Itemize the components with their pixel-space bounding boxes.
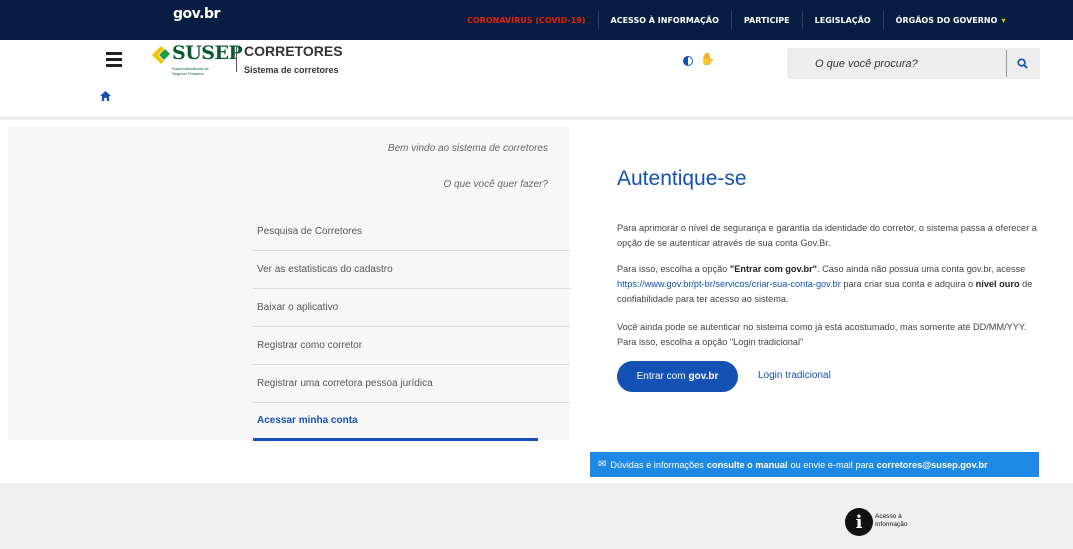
login-govbr-brand: gov.br	[688, 371, 719, 382]
p2-text-a: Para isso, escolha a opção	[617, 264, 730, 274]
link-acesso-informacao[interactable]: ACESSO À INFORMAÇÃO	[597, 11, 731, 29]
gov-top-bar: gov.br CORONAVÍRUS (COVID-19) ACESSO À I…	[0, 0, 1073, 40]
login-traditional-link[interactable]: Login tradicional	[758, 370, 831, 381]
acesso-informacao-logo[interactable]: i Acesso à Informação	[845, 508, 925, 540]
p2-text-c: . Caso ainda não possua uma conta gov.br…	[817, 264, 1026, 274]
auth-title: Autentique-se	[617, 167, 747, 190]
govbr-logo[interactable]: gov.br	[173, 6, 220, 22]
envelope-icon: ✉	[598, 459, 607, 470]
support-email-link[interactable]: corretores@susep.gov.br	[877, 460, 988, 470]
susep-mark-icon	[152, 46, 170, 64]
menu-item-registrar-corretora[interactable]: Registrar uma corretora pessoa jurídica	[253, 365, 570, 403]
home-icon[interactable]	[100, 91, 111, 101]
susep-logo-subtitle: Superintendência de Seguros Privados	[172, 66, 209, 76]
link-orgaos-label: ÓRGÃOS DO GOVERNO	[895, 15, 998, 25]
link-participe[interactable]: PARTICIPE	[730, 11, 802, 29]
system-title: CORRETORES	[244, 43, 343, 59]
header-divider	[236, 46, 237, 72]
question-text: O que você quer fazer?	[443, 179, 548, 190]
auth-paragraph-2: Para isso, escolha a opção "Entrar com g…	[617, 262, 1043, 307]
link-orgaos-governo[interactable]: ÓRGÃOS DO GOVERNO ▾	[882, 11, 1018, 29]
menu-item-baixar-aplicativo[interactable]: Baixar o aplicativo	[253, 289, 570, 327]
search-icon	[1017, 58, 1028, 69]
help-text-a: Dúvidas e informações	[610, 459, 704, 470]
auth-paragraph-1: Para aprimorar o nível de segurança e ga…	[617, 223, 1037, 248]
login-govbr-button[interactable]: Entrar com gov.br	[617, 361, 738, 392]
link-coronavirus[interactable]: CORONAVÍRUS (COVID-19)	[455, 11, 598, 29]
hamburger-menu-icon[interactable]	[106, 52, 122, 67]
menu-item-acessar-conta[interactable]: Acessar minha conta	[253, 403, 538, 441]
p2-highlight-entrar: "Entrar com gov.br"	[729, 264, 818, 274]
header-separator	[0, 117, 1073, 120]
help-banner: ✉ Dúvidas e informações consulte o manua…	[590, 452, 1039, 477]
p2-highlight-nivel-ouro: nível ouro	[975, 279, 1020, 289]
search-button[interactable]	[1006, 50, 1038, 77]
navigation-panel: Bem vindo ao sistema de corretores O que…	[8, 127, 570, 441]
auth-paragraph-3: Você ainda pode se autenticar no sistema…	[617, 322, 1027, 347]
welcome-text: Bem vindo ao sistema de corretores	[387, 143, 548, 154]
contrast-icon[interactable]	[683, 56, 693, 66]
menu-item-registrar-corretor[interactable]: Registrar como corretor	[253, 327, 570, 365]
susep-logo[interactable]: SUSEP Superintendência de Seguros Privad…	[150, 42, 243, 82]
menu-item-pesquisa-corretores[interactable]: Pesquisa de Corretores	[253, 213, 570, 251]
help-text-c: ou envie e-mail para	[790, 459, 874, 470]
gov-links: CORONAVÍRUS (COVID-19) ACESSO À INFORMAÇ…	[455, 0, 1017, 40]
search-input[interactable]	[787, 48, 1002, 79]
search-box	[787, 48, 1040, 79]
create-account-link[interactable]: https://www.gov.br/pt-br/servicos/criar-…	[617, 279, 841, 289]
footer: i Acesso à Informação	[0, 483, 1073, 549]
p2-text-d: para criar sua conta e adquira o	[840, 279, 976, 289]
actions-menu: Pesquisa de Corretores Ver as estatistic…	[253, 213, 570, 441]
manual-link[interactable]: consulte o manual	[707, 460, 788, 470]
menu-item-estatisticas[interactable]: Ver as estatisticas do cadastro	[253, 251, 570, 289]
susep-logo-text: SUSEP	[172, 42, 243, 64]
breadcrumb	[100, 91, 111, 104]
chevron-down-icon: ▾	[1001, 15, 1006, 25]
info-icon: i	[845, 508, 873, 536]
acesso-informacao-text: Acesso à Informação	[875, 513, 908, 528]
link-legislacao[interactable]: LEGISLAÇÃO	[801, 11, 883, 29]
sign-language-icon[interactable]: ✋	[700, 52, 715, 66]
site-header: SUSEP Superintendência de Seguros Privad…	[0, 40, 1073, 86]
system-subtitle: Sistema de corretores	[244, 65, 339, 75]
login-govbr-label: Entrar com	[636, 371, 686, 382]
